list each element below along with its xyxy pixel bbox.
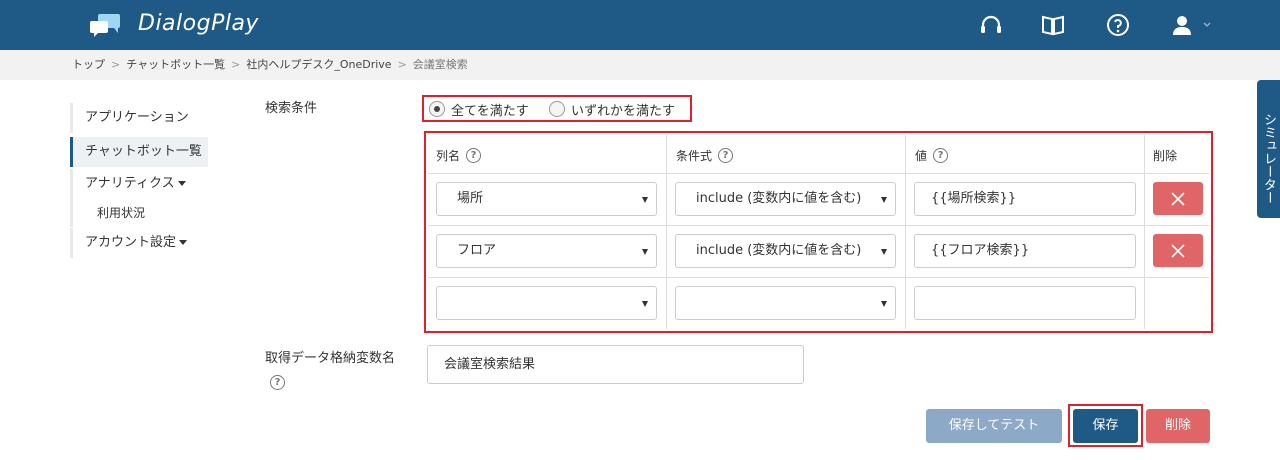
sidebar-item-application[interactable]: アプリケーション [70, 103, 230, 133]
row2-column-select[interactable]: フロア [436, 234, 657, 268]
row2-delete-button[interactable] [1153, 234, 1203, 267]
delete-button[interactable]: 削除 [1146, 409, 1210, 443]
caret-down-icon [179, 240, 188, 245]
sidebar-item-account-settings[interactable]: アカウント設定 [70, 228, 230, 258]
close-icon [1171, 192, 1185, 206]
breadcrumb: トップ > チャットボット一覧 > 社内ヘルプデスク_OneDrive > 会議室検索 [0, 50, 1280, 80]
simulator-tab[interactable]: シミュレーター [1257, 80, 1280, 218]
row1-condition-select[interactable]: include (変数内に値を含む) [675, 182, 896, 216]
chevron-down-icon [881, 301, 887, 307]
help-icon[interactable]: ? [718, 148, 734, 163]
row2-value-input[interactable]: {{フロア検索}} [914, 234, 1136, 268]
chevron-down-icon [642, 197, 648, 203]
radio-match-all-label[interactable]: 全てを満たす [451, 100, 529, 119]
column-header-delete: 削除 [1153, 149, 1178, 163]
app-name[interactable]: DialogPlay [138, 11, 259, 36]
user-menu[interactable] [1170, 12, 1216, 38]
help-icon[interactable]: ? [270, 370, 285, 390]
headset-icon[interactable] [978, 12, 1004, 38]
radio-match-any-label[interactable]: いずれかを満たす [571, 100, 675, 119]
row3-value-input[interactable] [914, 286, 1136, 320]
help-icon[interactable]: ? [466, 148, 482, 163]
sidebar-item-label: アカウント設定 [85, 235, 177, 250]
sidebar-item-chatbot-list[interactable]: チャットボット一覧 [70, 137, 208, 167]
sidebar-item-label: アナリティクス [85, 176, 175, 191]
row1-column-select[interactable]: 場所 [436, 182, 657, 216]
column-header-condition: 条件式? [676, 147, 734, 164]
close-icon [1171, 244, 1185, 258]
condition-table: 列名? 条件式? 値? 削除 場所 include (変数内に値を含む) {{場… [428, 135, 1209, 329]
breadcrumb-item-top[interactable]: トップ [72, 58, 105, 71]
help-icon[interactable] [1105, 12, 1131, 38]
row1-value-input[interactable]: {{場所検索}} [914, 182, 1136, 216]
sidebar-item-usage[interactable]: 利用状況 [70, 199, 230, 227]
chevron-down-icon [642, 249, 648, 255]
sidebar-item-analytics[interactable]: アナリティクス [70, 169, 230, 199]
caret-down-icon [177, 181, 186, 186]
logo-icon[interactable] [88, 12, 124, 40]
radio-match-all[interactable] [429, 101, 445, 117]
column-header-value: 値? [915, 147, 949, 164]
row1-delete-button[interactable] [1153, 182, 1203, 215]
chevron-down-icon [881, 249, 887, 255]
row2-condition-select[interactable]: include (変数内に値を含む) [675, 234, 896, 268]
row3-condition-select[interactable] [675, 286, 896, 320]
user-icon [1173, 16, 1211, 35]
match-mode-radio-group: 全てを満たす いずれかを満たす [422, 95, 692, 122]
top-header: DialogPlay [0, 0, 1280, 50]
chevron-down-icon [881, 197, 887, 203]
save-button[interactable]: 保存 [1073, 409, 1138, 443]
column-header-name: 列名? [436, 147, 482, 164]
breadcrumb-item-chatbot-list[interactable]: チャットボット一覧 [126, 58, 225, 71]
sidebar: アプリケーション チャットボット一覧 アナリティクス 利用状況 アカウント設定 [70, 103, 230, 258]
chevron-down-icon [642, 301, 648, 307]
row3-column-select[interactable] [436, 286, 657, 320]
search-condition-label: 検索条件 [265, 101, 318, 116]
save-and-test-button[interactable]: 保存してテスト [926, 409, 1062, 443]
radio-match-any[interactable] [549, 101, 565, 117]
book-icon[interactable] [1040, 12, 1066, 38]
result-variable-label: 取得データ格納変数名 [265, 351, 396, 366]
breadcrumb-item-helpdesk[interactable]: 社内ヘルプデスク_OneDrive [246, 58, 391, 71]
help-icon[interactable]: ? [933, 148, 949, 163]
result-variable-input[interactable]: 会議室検索結果 [427, 345, 804, 384]
breadcrumb-current: 会議室検索 [412, 58, 468, 71]
